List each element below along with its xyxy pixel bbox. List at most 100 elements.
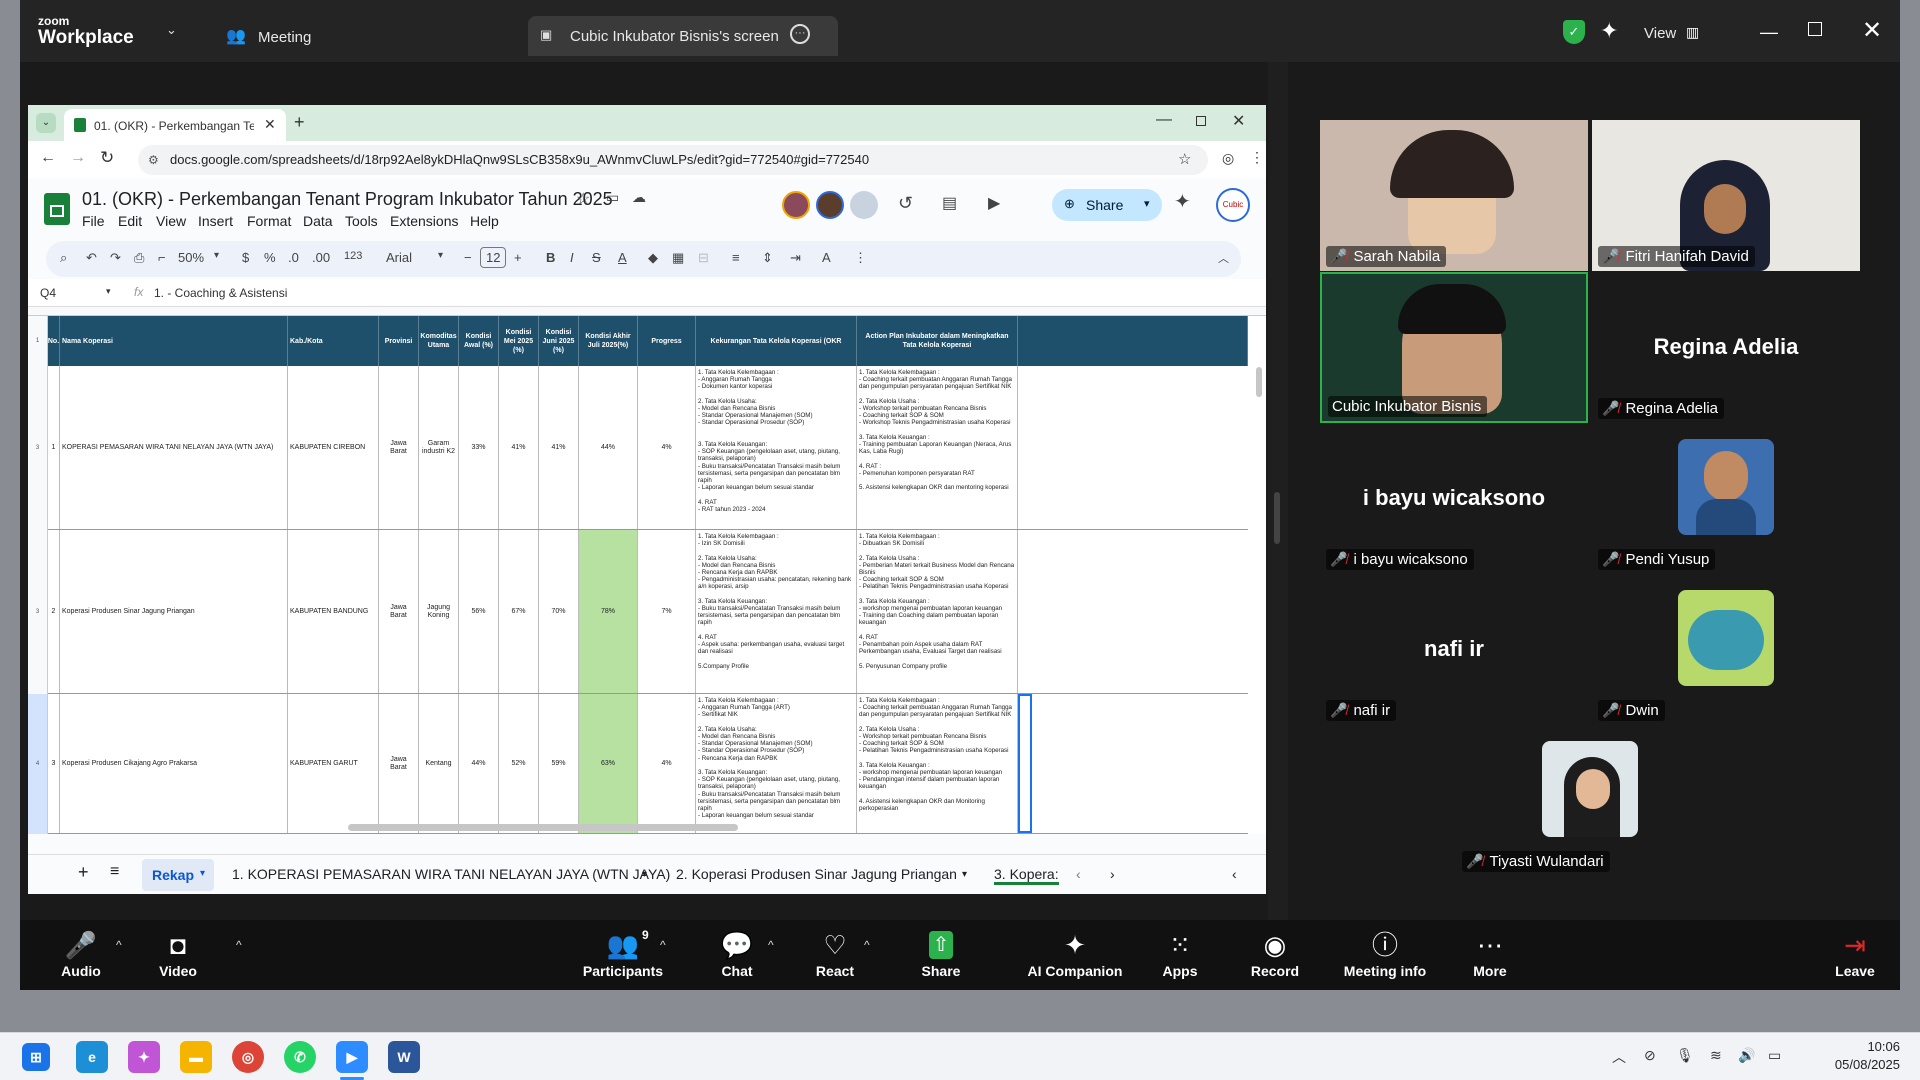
font-size-decrease-icon[interactable]: − — [464, 250, 472, 265]
meet-icon[interactable]: ▶ — [988, 193, 1000, 213]
cell-progress[interactable]: 4% — [638, 694, 696, 833]
scroll-tabs-right-icon[interactable]: › — [1110, 866, 1115, 882]
clock-date[interactable]: 05/08/2025 — [1810, 1057, 1900, 1072]
share-dropdown-icon[interactable]: ▾ — [1144, 197, 1150, 210]
cell-juni[interactable]: 41% — [539, 366, 579, 529]
italic-icon[interactable]: I — [570, 250, 574, 265]
undo-icon[interactable]: ↶ — [86, 250, 97, 266]
table-row[interactable]: 3 Koperasi Produsen Cikajang Agro Prakar… — [48, 694, 1248, 834]
forward-icon[interactable]: → — [70, 149, 86, 167]
row-number[interactable]: 3 — [28, 530, 48, 694]
menu-extensions[interactable]: Extensions — [390, 213, 458, 229]
video-options-icon[interactable]: ^ — [236, 938, 242, 952]
browser-restore-icon[interactable] — [1196, 116, 1206, 126]
font-size-increase-icon[interactable]: + — [514, 250, 522, 265]
cell-extra[interactable] — [1018, 530, 1248, 693]
shared-screen-tab[interactable]: ▣ Cubic Inkubator Bisnis's screen ··· — [528, 16, 838, 56]
video-tile[interactable]: Regina Adelia 🎤̸ Regina Adelia — [1592, 272, 1860, 423]
site-info-icon[interactable]: ⚙ — [148, 145, 159, 175]
cell-mei[interactable]: 67% — [499, 530, 539, 693]
meeting-info-button[interactable]: ⓘ Meeting info — [1330, 920, 1440, 990]
tab-close-icon[interactable]: ✕ — [264, 116, 276, 133]
cell-prov[interactable]: Jawa Barat — [379, 366, 419, 529]
view-button[interactable]: View — [1644, 25, 1676, 42]
cell-kab[interactable]: KABUPATEN CIREBON — [288, 366, 379, 529]
volume-icon[interactable]: 🔊 — [1738, 1047, 1755, 1064]
cell-reference-box[interactable]: Q4 — [40, 286, 56, 300]
cell-awal[interactable]: 44% — [459, 694, 499, 833]
menu-edit[interactable]: Edit — [118, 213, 142, 229]
more-button[interactable]: ⋯ More — [1450, 920, 1530, 990]
cell-awal[interactable]: 33% — [459, 366, 499, 529]
browser-tab-okr[interactable]: 01. (OKR) - Perkembangan Tena ✕ — [64, 109, 286, 141]
merge-cells-icon[interactable]: ⊟ — [698, 250, 709, 266]
audio-button[interactable]: 🎤 Audio — [46, 920, 116, 990]
collaborator-avatar[interactable] — [850, 191, 878, 219]
row-number[interactable]: 3 — [28, 366, 48, 530]
paint-format-icon[interactable]: ⌐ — [158, 250, 166, 265]
strikethrough-icon[interactable]: S — [592, 250, 601, 265]
text-color-icon[interactable]: A — [618, 250, 627, 265]
new-tab-icon[interactable]: + — [294, 112, 305, 133]
cell-progress[interactable]: 7% — [638, 530, 696, 693]
add-sheet-icon[interactable]: + — [78, 862, 89, 883]
search-menus-icon[interactable]: ⌕ — [60, 250, 67, 266]
move-folder-icon[interactable]: ▭ — [606, 189, 619, 206]
view-layout-icon[interactable]: ▥ — [1686, 24, 1699, 41]
collaborator-avatar[interactable] — [816, 191, 844, 219]
cell-ref-dropdown-icon[interactable]: ▾ — [106, 286, 111, 297]
collapse-toolbar-icon[interactable]: ︿ — [1218, 250, 1229, 266]
cell-awal[interactable]: 56% — [459, 530, 499, 693]
star-icon[interactable]: ☆ — [576, 189, 590, 209]
record-button[interactable]: ◉ Record — [1230, 920, 1320, 990]
react-options-icon[interactable]: ^ — [864, 938, 870, 952]
edge-icon[interactable]: e — [76, 1041, 108, 1073]
row-number[interactable]: 1 — [28, 316, 48, 366]
history-icon[interactable]: ↺ — [898, 193, 913, 214]
cell-akhir[interactable]: 78% — [579, 530, 638, 693]
cell-juni[interactable]: 70% — [539, 530, 579, 693]
formula-input[interactable]: 1. - Coaching & Asistensi — [154, 286, 287, 300]
zoom-dropdown-icon[interactable]: ▾ — [214, 250, 219, 261]
video-tile[interactable]: nafi ir 🎤̸ nafi ir — [1320, 574, 1588, 725]
cell-prov[interactable]: Jawa Barat — [379, 694, 419, 833]
leave-button[interactable]: ⇥ Leave — [1820, 920, 1890, 990]
cell-extra[interactable] — [1018, 366, 1248, 529]
font-dropdown-icon[interactable]: ▾ — [438, 250, 443, 261]
active-speaker-tile[interactable]: Cubic Inkubator Bisnis — [1320, 272, 1588, 423]
ai-sparkle-icon[interactable]: ✦ — [1600, 18, 1618, 44]
browser-minimize-icon[interactable]: — — [1156, 111, 1172, 129]
all-sheets-icon[interactable]: ≡ — [110, 863, 119, 881]
fill-color-icon[interactable]: ◆ — [648, 250, 658, 266]
minimize-icon[interactable]: — — [1760, 22, 1778, 43]
shield-check-icon[interactable]: ✓ — [1563, 20, 1585, 44]
cell-no[interactable]: 3 — [48, 694, 60, 833]
cell-juni[interactable]: 59% — [539, 694, 579, 833]
video-tile[interactable]: 🎤̸ Sarah Nabila — [1320, 120, 1588, 271]
audio-options-icon[interactable]: ^ — [116, 938, 122, 952]
sheet-tab-dropdown-icon[interactable]: ▾ — [642, 869, 647, 880]
tray-expand-icon[interactable]: ︿ — [1612, 1047, 1626, 1067]
sheet-tab-1[interactable]: 1. KOPERASI PEMASARAN WIRA TANI NELAYAN … — [232, 866, 670, 882]
whatsapp-icon[interactable]: ✆ — [284, 1041, 316, 1073]
row-number[interactable]: 4 — [28, 694, 48, 834]
share-screen-button[interactable]: ⇧ Share — [896, 920, 986, 990]
sheet-tab-dropdown-icon[interactable]: ▾ — [962, 869, 967, 880]
percent-format-button[interactable]: % — [264, 250, 276, 265]
copilot-icon[interactable]: ✦ — [128, 1041, 160, 1073]
spreadsheet-grid[interactable]: 1 No. Nama Koperasi Kab./Kota Provinsi K… — [28, 307, 1266, 834]
video-tile[interactable]: 🎤̸ Tiyasti Wulandari — [1456, 725, 1724, 876]
battery-icon[interactable]: ▭ — [1768, 1047, 1781, 1064]
collaborator-avatar[interactable] — [782, 191, 810, 219]
sheet-tab-dropdown-icon[interactable]: ▾ — [200, 868, 205, 879]
document-title[interactable]: 01. (OKR) - Perkembangan Tenant Program … — [82, 189, 613, 210]
windows-start-icon[interactable]: ⊞ — [22, 1043, 50, 1071]
cell-nama[interactable]: KOPERASI PEMASARAN WIRA TANI NELAYAN JAY… — [60, 366, 288, 529]
video-tile[interactable]: 🎤̸ Pendi Yusup — [1592, 423, 1860, 574]
menu-format[interactable]: Format — [247, 213, 291, 229]
chat-button[interactable]: 💬 Chat — [692, 920, 782, 990]
decrease-decimal-button[interactable]: .0 — [288, 250, 299, 265]
explore-collapse-icon[interactable]: ‹ — [1232, 866, 1237, 882]
clock-time[interactable]: 10:06 — [1830, 1039, 1900, 1054]
cell-komoditas[interactable]: Garam industri K2 — [419, 366, 459, 529]
